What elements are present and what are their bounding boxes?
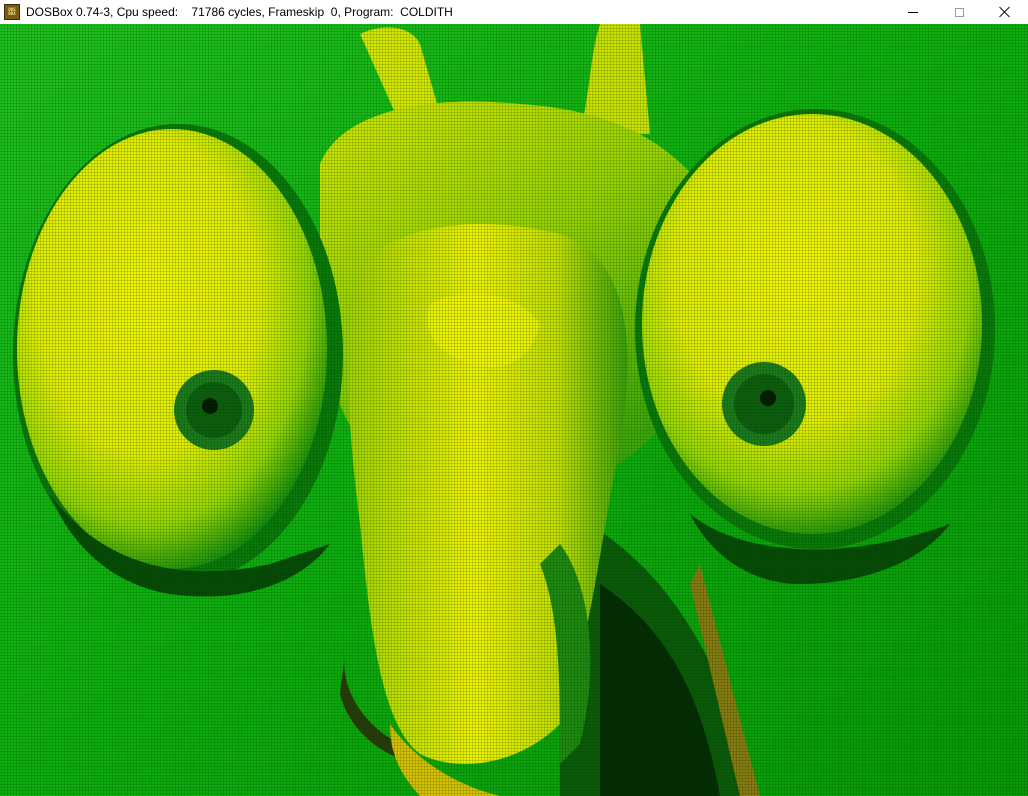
close-button[interactable] [982,0,1028,24]
minimize-icon [908,11,918,13]
right-pupil-center [760,390,776,406]
dos-display[interactable] [0,24,1028,796]
mantis-image [0,24,1028,796]
left-pupil-center [202,398,218,414]
right-eye [642,114,982,534]
maximize-icon [954,7,964,17]
left-eye [17,129,327,569]
window-title: DOSBox 0.74-3, Cpu speed: 71786 cycles, … [26,5,453,19]
maximize-button[interactable] [936,0,982,24]
minimize-button[interactable] [890,0,936,24]
dosbox-icon[interactable]: DOS BOX [4,4,20,20]
dosbox-window: DOS BOX DOSBox 0.74-3, Cpu speed: 71786 … [0,0,1028,796]
title-bar[interactable]: DOS BOX DOSBox 0.74-3, Cpu speed: 71786 … [0,0,1028,24]
icon-text-bottom: BOX [8,11,16,16]
close-icon [999,6,1011,18]
